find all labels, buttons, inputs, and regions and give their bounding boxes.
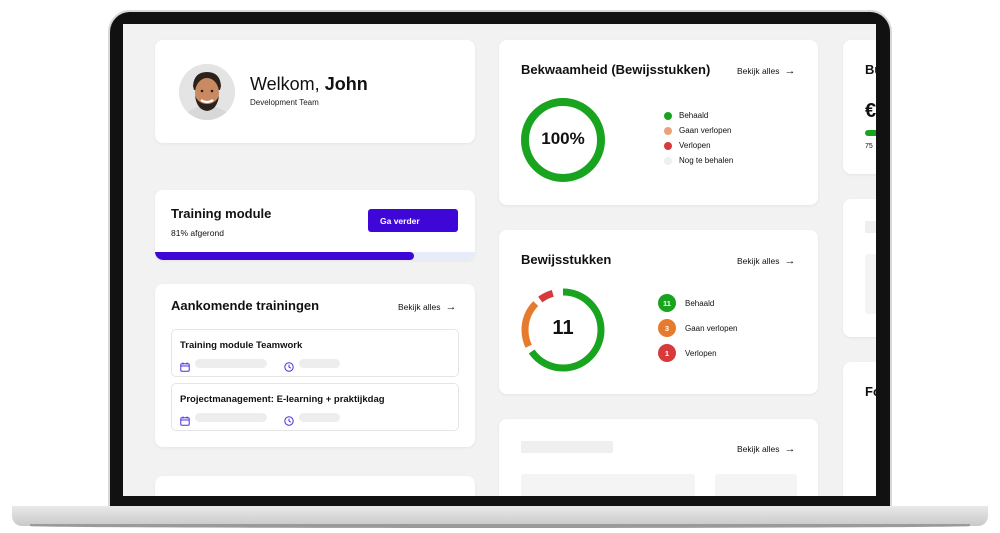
- competence-view-all-label: Bekijk alles: [737, 66, 780, 76]
- bottom-view-all-link[interactable]: Bekijk alles →: [737, 443, 796, 455]
- time-placeholder: [299, 413, 340, 422]
- legend-item-verlopen: Verlopen: [664, 141, 711, 150]
- budget-bar: [865, 130, 876, 136]
- budget-small-text: 75: [865, 143, 873, 150]
- legend-label: Behaald: [679, 111, 709, 120]
- count-badge: 3: [658, 319, 676, 337]
- legend-label: Gaan verlopen: [679, 126, 732, 135]
- clock-icon: [284, 359, 294, 372]
- legend-label: Nog te behalen: [679, 156, 734, 165]
- count-badge: 1: [658, 344, 676, 362]
- right-bottom-title: Fo: [865, 384, 876, 399]
- legend-label: Verlopen: [685, 348, 717, 358]
- avatar: [179, 64, 235, 120]
- welcome-card: Welkom, John Development Team: [155, 40, 475, 143]
- upcoming-trainings-title: Aankomende trainingen: [171, 298, 320, 313]
- content-placeholder: [521, 474, 695, 496]
- evidence-view-all-link[interactable]: Bekijk alles →: [737, 255, 796, 267]
- legend-dot: [664, 126, 672, 135]
- bottom-left-card: [155, 476, 475, 496]
- welcome-greeting: Welkom,: [250, 74, 320, 94]
- welcome-heading: Welkom, John: [250, 74, 368, 95]
- title-placeholder: [521, 441, 613, 453]
- evidence-legend-behaald: 11 Behaald: [658, 294, 714, 312]
- arrow-right-icon: →: [445, 301, 457, 313]
- competence-title: Bekwaamheid (Bewijsstukken): [521, 62, 711, 77]
- calendar-icon: [180, 359, 190, 372]
- placeholder-block: [865, 254, 876, 314]
- legend-dot: [664, 111, 672, 120]
- competence-card: Bekwaamheid (Bewijsstukken) Bekijk alles…: [499, 40, 818, 205]
- evidence-view-all-label: Bekijk alles: [737, 256, 780, 266]
- arrow-right-icon: →: [784, 255, 796, 267]
- bottom-view-all-label: Bekijk alles: [737, 444, 780, 454]
- laptop-base-shadow: [30, 524, 970, 528]
- continue-button[interactable]: Ga verder: [368, 209, 458, 232]
- team-label: Development Team: [250, 98, 319, 107]
- training-list-item[interactable]: Projectmanagement: E-learning + praktijk…: [171, 383, 459, 431]
- clock-icon: [284, 413, 294, 426]
- laptop-base: [12, 506, 988, 526]
- legend-item-gaan-verlopen: Gaan verlopen: [664, 126, 731, 135]
- training-progress-text: 81% afgerond: [171, 228, 224, 238]
- upcoming-view-all-link[interactable]: Bekijk alles →: [398, 301, 457, 313]
- legend-dot: [664, 156, 672, 165]
- arrow-right-icon: →: [784, 443, 796, 455]
- legend-label: Behaald: [685, 298, 715, 308]
- legend-item-behaald: Behaald: [664, 111, 708, 120]
- user-name: John: [324, 74, 368, 94]
- competence-ring-label: 100%: [541, 129, 585, 148]
- upcoming-trainings-card: Aankomende trainingen Bekijk alles → Tra…: [155, 284, 475, 447]
- evidence-ring-label: 11: [552, 317, 574, 339]
- bottom-middle-card: Bekijk alles →: [499, 419, 818, 496]
- right-top-title: Bu: [865, 62, 876, 77]
- content-placeholder: [715, 474, 797, 496]
- evidence-legend-verlopen: 1 Verlopen: [658, 344, 717, 362]
- legend-item-nog-te-behalen: Nog te behalen: [664, 156, 733, 165]
- training-item-title: Training module Teamwork: [180, 340, 303, 351]
- competence-view-all-link[interactable]: Bekijk alles →: [737, 65, 796, 77]
- training-item-title: Projectmanagement: E-learning + praktijk…: [180, 394, 385, 405]
- upcoming-view-all-label: Bekijk alles: [398, 302, 441, 312]
- legend-label: Gaan verlopen: [685, 323, 738, 333]
- euro-icon: €: [865, 100, 876, 122]
- dashboard-screen: Welkom, John Development Team Training m…: [123, 24, 876, 496]
- placeholder-block: [865, 221, 876, 233]
- training-list-item[interactable]: Training module Teamwork: [171, 329, 459, 377]
- training-module-card: Training module 81% afgerond Ga verder: [155, 190, 475, 260]
- training-module-title: Training module: [171, 206, 272, 221]
- training-progress-bar: [155, 252, 475, 260]
- right-middle-card: [843, 199, 876, 337]
- legend-dot: [664, 141, 672, 150]
- count-badge: 11: [658, 294, 676, 312]
- evidence-card: Bewijsstukken Bekijk alles → 11 11 Behaa…: [499, 230, 818, 394]
- evidence-title: Bewijsstukken: [521, 252, 612, 267]
- training-progress-fill: [155, 252, 415, 260]
- right-top-card: Bu € 75: [843, 40, 876, 174]
- right-ring: [864, 428, 876, 496]
- date-placeholder: [195, 413, 267, 422]
- right-bottom-card: Fo: [843, 362, 876, 496]
- time-placeholder: [299, 359, 340, 368]
- date-placeholder: [195, 359, 267, 368]
- legend-label: Verlopen: [679, 141, 711, 150]
- calendar-icon: [180, 413, 190, 426]
- arrow-right-icon: →: [784, 65, 796, 77]
- evidence-legend-gaan-verlopen: 3 Gaan verlopen: [658, 319, 737, 337]
